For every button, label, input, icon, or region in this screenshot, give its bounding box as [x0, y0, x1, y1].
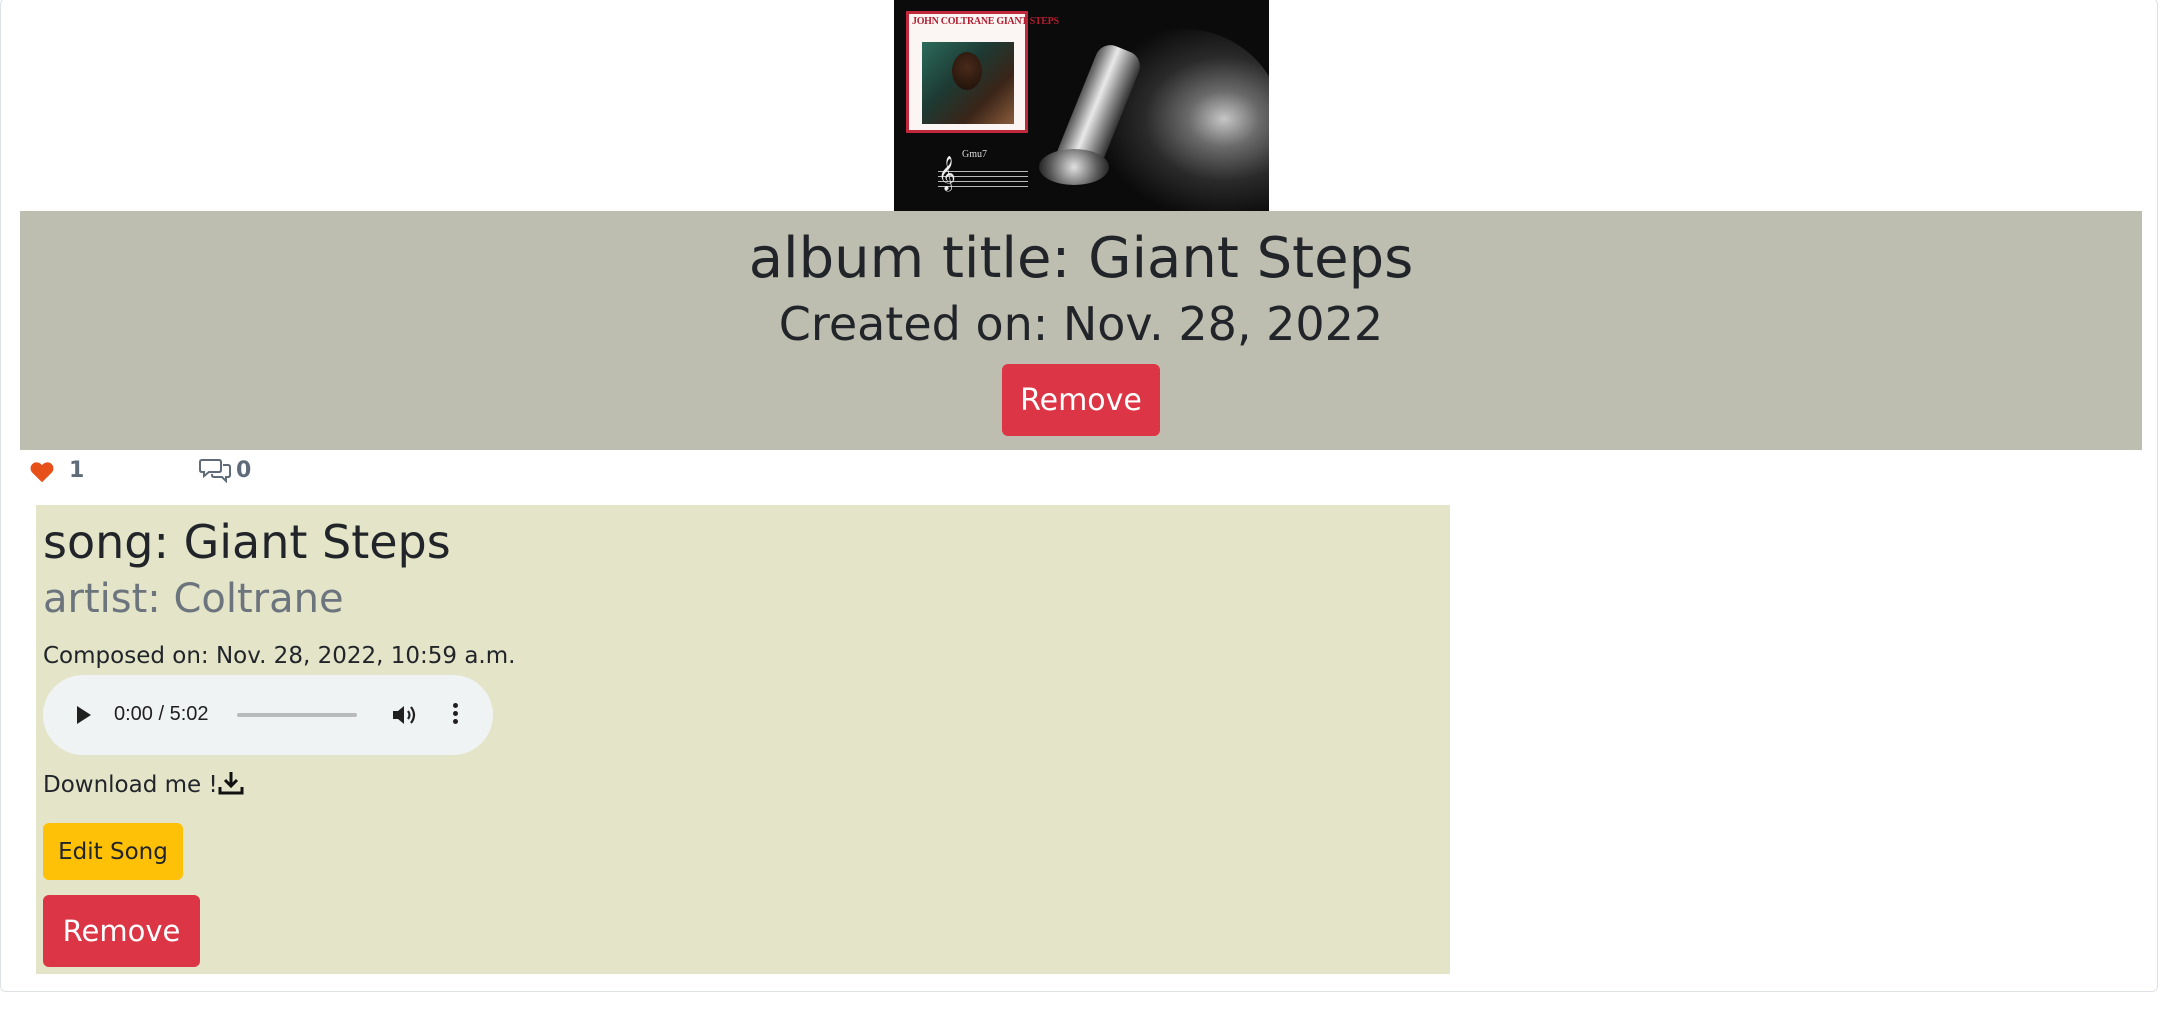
- edit-song-button[interactable]: Edit Song: [43, 823, 183, 880]
- comment-count: 0: [236, 458, 252, 483]
- more-options-icon[interactable]: [451, 703, 459, 727]
- album-title: album title: Giant Steps: [748, 226, 1414, 291]
- audio-time: 0:00 / 5:02: [114, 703, 209, 725]
- album-sleeve-art: JOHN COLTRANE GIANT STEPS: [906, 11, 1059, 133]
- album-cover-image: JOHN COLTRANE GIANT STEPS Gmu7 𝄞: [894, 0, 1269, 211]
- play-icon[interactable]: [77, 706, 91, 724]
- audio-progress-slider[interactable]: [237, 713, 357, 717]
- audio-player: 0:00 / 5:02: [43, 675, 493, 755]
- remove-song-button[interactable]: Remove: [43, 895, 200, 967]
- like-count: 1: [69, 458, 85, 483]
- comments-icon[interactable]: [199, 457, 231, 483]
- album-created-date: Created on: Nov. 28, 2022: [778, 297, 1384, 351]
- sleeve-photo: [922, 42, 1014, 124]
- download-label: Download me !: [43, 772, 218, 798]
- saxophone-bell: [1039, 149, 1109, 185]
- treble-clef-icon: 𝄞: [938, 156, 956, 191]
- chord-symbol: Gmu7: [962, 149, 987, 160]
- download-link[interactable]: Download me !: [43, 770, 244, 800]
- song-panel: song: Giant Steps artist: Coltrane Compo…: [36, 505, 1450, 974]
- song-composed-date: Composed on: Nov. 28, 2022, 10:59 a.m.: [43, 643, 516, 669]
- sleeve-lettering: JOHN COLTRANE GIANT STEPS: [912, 16, 1059, 27]
- album-card: JOHN COLTRANE GIANT STEPS Gmu7 𝄞 album t…: [0, 0, 2158, 992]
- song-artist: artist: Coltrane: [43, 576, 344, 622]
- heart-icon[interactable]: [29, 459, 55, 485]
- remove-album-button[interactable]: Remove: [1002, 364, 1160, 436]
- album-stats: 1 0: [1, 457, 401, 487]
- album-header: album title: Giant Steps Created on: Nov…: [20, 211, 2142, 450]
- download-icon: [218, 772, 244, 795]
- volume-icon[interactable]: [391, 703, 419, 727]
- song-title: song: Giant Steps: [43, 515, 451, 569]
